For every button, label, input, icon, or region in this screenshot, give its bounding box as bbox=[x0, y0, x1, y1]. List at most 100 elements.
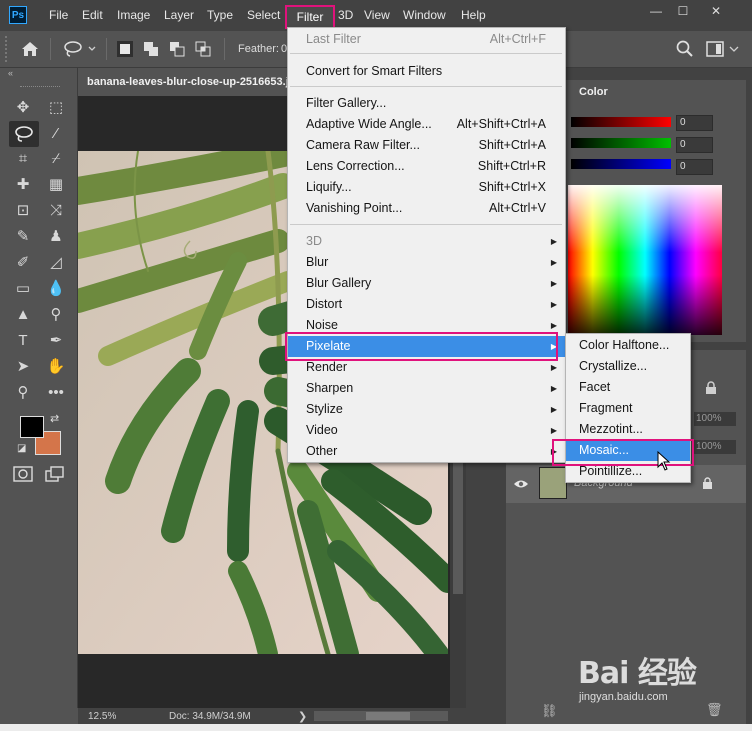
menu-item-distort[interactable]: Distort ▶ bbox=[288, 294, 565, 315]
menu-item-adaptive-wide-angle[interactable]: Adaptive Wide Angle... Alt+Shift+Ctrl+A bbox=[288, 114, 565, 135]
healing-brush-tool-icon[interactable]: ✚ bbox=[12, 174, 34, 196]
taskbar-strip bbox=[0, 724, 752, 731]
lasso-preset-icon[interactable] bbox=[62, 40, 98, 58]
document-tab[interactable]: banana-leaves-blur-close-up-2516653.j bbox=[78, 68, 290, 96]
menu-item-crystallize[interactable]: Crystallize... bbox=[566, 356, 690, 377]
menu-item-mezzotint[interactable]: Mezzotint... bbox=[566, 419, 690, 440]
zoom-level[interactable]: 12.5% bbox=[88, 711, 116, 722]
menu-view[interactable]: View bbox=[364, 8, 390, 22]
crop-tool-icon[interactable]: ⌗ bbox=[12, 148, 34, 170]
menu-item-vanishing-point[interactable]: Vanishing Point... Alt+Ctrl+V bbox=[288, 198, 565, 219]
lock-icon[interactable] bbox=[705, 381, 717, 395]
dodge-tool-icon[interactable]: ▲ bbox=[12, 304, 34, 326]
menu-item-camera-raw-filter[interactable]: Camera Raw Filter... Shift+Ctrl+A bbox=[288, 135, 565, 156]
blur-tool-icon[interactable]: 💧 bbox=[45, 278, 67, 300]
menu-item-facet[interactable]: Facet bbox=[566, 377, 690, 398]
minimize-button[interactable]: — bbox=[648, 4, 664, 18]
zoom-tool-icon[interactable]: ⚲ bbox=[12, 382, 34, 404]
color-panel-tab[interactable]: Color bbox=[571, 80, 617, 104]
menu-item-liquify[interactable]: Liquify... Shift+Ctrl+X bbox=[288, 177, 565, 198]
menu-filter[interactable]: Filter bbox=[285, 5, 335, 29]
menu-select[interactable]: Select bbox=[247, 8, 280, 22]
restore-button[interactable]: ☐ bbox=[675, 4, 691, 18]
new-selection-icon[interactable] bbox=[116, 40, 134, 58]
gradient-tool-icon[interactable]: ▭ bbox=[12, 278, 34, 300]
tools-grip[interactable] bbox=[20, 86, 60, 89]
workspace-icon[interactable] bbox=[706, 41, 724, 57]
zoom-lens-tool-icon[interactable]: ⚲ bbox=[45, 304, 67, 326]
move-tool-icon[interactable]: ✥ bbox=[12, 97, 34, 119]
menu-item-stylize[interactable]: Stylize ▶ bbox=[288, 399, 565, 420]
menu-separator bbox=[290, 224, 562, 225]
menu-item-fragment[interactable]: Fragment bbox=[566, 398, 690, 419]
screen-mode-icon[interactable] bbox=[45, 466, 65, 482]
menu-item-convert-smart-filters[interactable]: Convert for Smart Filters bbox=[288, 61, 565, 82]
path-selection-tool-icon[interactable]: ➤ bbox=[12, 356, 34, 378]
pen-tool-icon[interactable]: ✒ bbox=[45, 330, 67, 352]
menu-item-blur[interactable]: Blur ▶ bbox=[288, 252, 565, 273]
close-button[interactable]: ✕ bbox=[708, 4, 724, 18]
red-value[interactable]: 0 bbox=[676, 115, 713, 131]
menu-layer[interactable]: Layer bbox=[164, 8, 194, 22]
menu-image[interactable]: Image bbox=[117, 8, 150, 22]
menu-help[interactable]: Help bbox=[461, 8, 486, 22]
options-bar-grip[interactable] bbox=[5, 36, 11, 62]
color-spectrum[interactable] bbox=[568, 185, 722, 335]
add-selection-icon[interactable] bbox=[142, 40, 160, 58]
menu-item-video[interactable]: Video ▶ bbox=[288, 420, 565, 441]
home-icon[interactable] bbox=[20, 40, 40, 58]
type-tool-icon[interactable]: T bbox=[12, 330, 34, 352]
intersect-selection-icon[interactable] bbox=[194, 40, 212, 58]
blue-value[interactable]: 0 bbox=[676, 159, 713, 175]
link-layers-icon[interactable]: ⛓ bbox=[541, 703, 558, 719]
magic-wand-tool-icon[interactable]: ⁄ bbox=[45, 123, 67, 145]
patch-tool-icon[interactable]: ▦ bbox=[45, 174, 67, 196]
menu-file[interactable]: File bbox=[49, 8, 68, 22]
menu-3d[interactable]: 3D bbox=[338, 8, 353, 22]
chevron-down-icon[interactable] bbox=[729, 46, 739, 53]
fill-field[interactable]: 100% bbox=[694, 440, 736, 454]
brush-tool-icon[interactable]: ✎ bbox=[12, 226, 34, 248]
quick-mask-icon[interactable] bbox=[13, 466, 33, 482]
eye-icon[interactable] bbox=[513, 479, 529, 489]
layer-thumbnail[interactable] bbox=[539, 467, 567, 499]
eraser-tool-icon[interactable]: ◿ bbox=[45, 252, 67, 274]
menu-edit[interactable]: Edit bbox=[82, 8, 103, 22]
clone-stamp-tool-icon[interactable]: ♟ bbox=[45, 226, 67, 248]
photoshop-logo: Ps bbox=[9, 6, 27, 24]
search-icon[interactable] bbox=[676, 40, 694, 58]
default-colors-icon[interactable]: ◪ bbox=[17, 443, 26, 454]
marquee-tool-icon[interactable]: ⬚ bbox=[45, 97, 67, 119]
delete-layer-icon[interactable]: 🗑 bbox=[706, 702, 723, 718]
annotation-highlight-mosaic bbox=[552, 439, 694, 466]
red-slider[interactable] bbox=[571, 117, 671, 127]
menu-item-filter-gallery[interactable]: Filter Gallery... bbox=[288, 93, 565, 114]
menu-item-blur-gallery[interactable]: Blur Gallery ▶ bbox=[288, 273, 565, 294]
foreground-color-swatch[interactable] bbox=[20, 416, 44, 438]
opacity-field[interactable]: 100% bbox=[694, 412, 736, 426]
history-brush-tool-icon[interactable]: ✐ bbox=[12, 252, 34, 274]
collapse-chevron-icon[interactable]: « bbox=[8, 68, 13, 78]
frame-tool-icon[interactable]: ⊡ bbox=[12, 200, 34, 222]
menu-type[interactable]: Type bbox=[207, 8, 233, 22]
eyedropper-tool-icon[interactable]: ⌿ bbox=[45, 148, 67, 170]
menu-separator bbox=[290, 86, 562, 87]
menu-item-lens-correction[interactable]: Lens Correction... Shift+Ctrl+R bbox=[288, 156, 565, 177]
menu-window[interactable]: Window bbox=[403, 8, 446, 22]
swap-colors-icon[interactable]: ⇄ bbox=[50, 412, 59, 425]
subtract-selection-icon[interactable] bbox=[168, 40, 186, 58]
green-slider[interactable] bbox=[571, 138, 671, 148]
more-tools-icon[interactable]: ••• bbox=[45, 382, 67, 404]
menu-item-other[interactable]: Other ▶ bbox=[288, 441, 565, 462]
status-menu-chevron-icon[interactable]: ❯ bbox=[298, 710, 307, 723]
layer-lock-icon[interactable] bbox=[702, 477, 713, 490]
menu-item-sharpen[interactable]: Sharpen ▶ bbox=[288, 378, 565, 399]
menu-item-color-halftone[interactable]: Color Halftone... bbox=[566, 335, 690, 356]
green-value[interactable]: 0 bbox=[676, 137, 713, 153]
watermark-logo: Bai 经验 bbox=[578, 656, 697, 691]
content-aware-move-icon[interactable]: ⤨ bbox=[45, 200, 67, 222]
horizontal-scrollbar[interactable] bbox=[314, 711, 448, 721]
lasso-tool-icon[interactable] bbox=[13, 124, 35, 144]
blue-slider[interactable] bbox=[571, 159, 671, 169]
hand-tool-icon[interactable]: ✋ bbox=[45, 356, 67, 378]
